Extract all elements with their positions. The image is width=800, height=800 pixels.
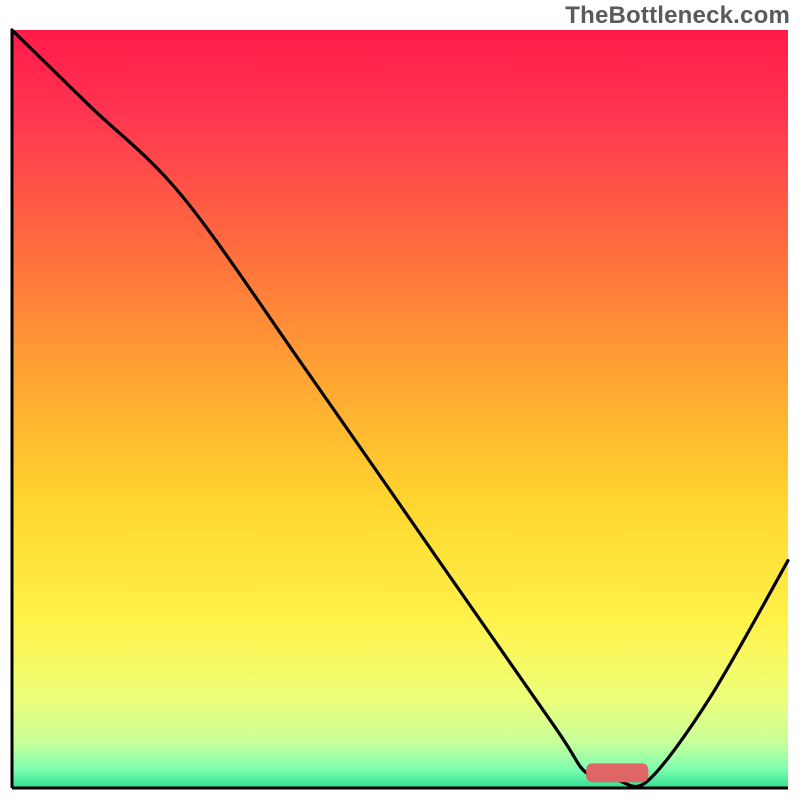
plot-background (12, 30, 788, 788)
bottleneck-chart (0, 0, 800, 800)
chart-stage: TheBottleneck.com (0, 0, 800, 800)
watermark-text: TheBottleneck.com (565, 2, 790, 30)
optimal-marker (586, 763, 648, 782)
